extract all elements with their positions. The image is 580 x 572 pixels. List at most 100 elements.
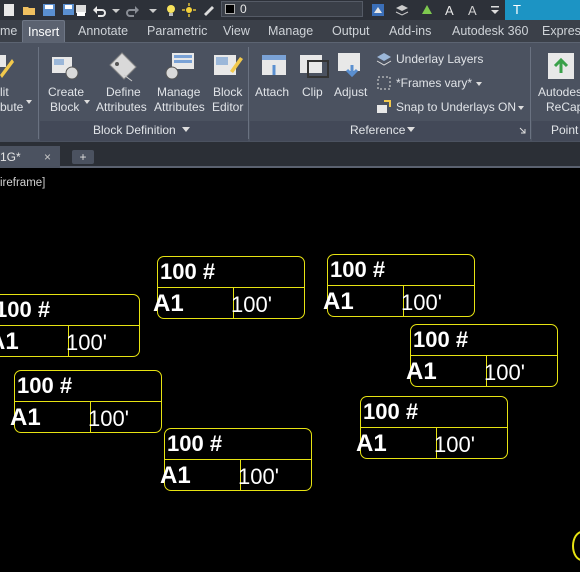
snap-to-underlays-dropdown[interactable]: Snap to Underlays ON xyxy=(396,99,516,115)
document-tab[interactable]: 1G* × xyxy=(0,146,60,168)
tag-length: 100' xyxy=(484,360,525,385)
svg-text:A: A xyxy=(468,3,477,17)
define-attributes-icon[interactable] xyxy=(106,51,138,83)
redo-icon[interactable] xyxy=(126,3,140,17)
close-icon[interactable]: × xyxy=(44,146,51,168)
save-icon[interactable] xyxy=(42,3,56,17)
tab-autodesk-360[interactable]: Autodesk 360 xyxy=(452,20,528,42)
point-cloud-title[interactable]: Point xyxy=(551,123,578,137)
block-tag[interactable]: 100 # A1 100' xyxy=(160,428,312,491)
create-block-label-2[interactable]: Block xyxy=(50,100,79,115)
block-tag[interactable]: 100 # A1 100' xyxy=(323,254,475,317)
layer-dropdown[interactable]: 0 xyxy=(221,1,363,17)
visual-style-control[interactable]: ireframe] xyxy=(0,177,45,189)
block-editor-label-1[interactable]: Block xyxy=(213,85,242,100)
block-editor-label-2[interactable]: Editor xyxy=(212,100,243,115)
underlay-layers-icon[interactable] xyxy=(376,51,392,67)
tag-length: 100' xyxy=(231,292,272,317)
text-style-icon[interactable]: A xyxy=(444,3,458,17)
block-definition-title[interactable]: Block Definition xyxy=(93,123,176,137)
chevron-down-icon[interactable] xyxy=(182,127,190,133)
create-block-label-1[interactable]: Create xyxy=(48,85,84,100)
recap-label-1[interactable]: Autodes xyxy=(538,85,580,100)
layers-stack-icon[interactable] xyxy=(395,3,409,17)
tab-home[interactable]: me xyxy=(0,20,17,42)
sun-icon[interactable] xyxy=(182,3,196,17)
tag-id: A1 xyxy=(153,290,184,317)
adjust-label[interactable]: Adjust xyxy=(334,85,367,100)
lightbulb-icon[interactable] xyxy=(164,3,178,17)
new-tab-button[interactable]: + xyxy=(72,150,94,164)
layer-freeze-icon[interactable] xyxy=(202,3,216,17)
tag-length: 100' xyxy=(88,406,129,431)
recap-label-2[interactable]: ReCap xyxy=(546,100,580,115)
manage-attributes-icon[interactable] xyxy=(164,51,196,81)
block-tag[interactable]: 100 # A1 100' xyxy=(153,256,305,319)
open-folder-icon[interactable] xyxy=(22,3,36,17)
partial-block-outline[interactable] xyxy=(572,531,580,561)
snap-underlays-icon[interactable] xyxy=(376,99,392,115)
clip-label[interactable]: Clip xyxy=(302,85,323,100)
block-tag[interactable]: 100 # A1 100' xyxy=(406,324,558,387)
reference-title[interactable]: Reference xyxy=(350,123,405,137)
adjust-icon[interactable] xyxy=(336,51,368,81)
tab-view[interactable]: View xyxy=(223,20,250,42)
quick-access-toolbar: 0 A A T xyxy=(0,0,580,20)
tab-parametric[interactable]: Parametric xyxy=(147,20,207,42)
plot-icon[interactable] xyxy=(74,3,88,17)
new-file-icon[interactable] xyxy=(2,3,16,17)
define-attributes-label-1[interactable]: Define xyxy=(106,85,141,100)
tab-annotate[interactable]: Annotate xyxy=(78,20,128,42)
create-block-icon[interactable] xyxy=(50,51,80,81)
layer-color-swatch xyxy=(225,4,235,14)
panel-launcher-icon[interactable] xyxy=(519,127,526,134)
edit-attribute-label-1[interactable]: lit xyxy=(0,85,9,100)
tab-add-ins[interactable]: Add-ins xyxy=(389,20,431,42)
tag-id: A1 xyxy=(10,404,41,431)
layer-isolate-icon[interactable] xyxy=(420,3,434,17)
attach-icon[interactable] xyxy=(258,51,290,81)
block-tag[interactable]: 100 # A1 100' xyxy=(10,370,162,433)
frames-vary-dropdown[interactable]: *Frames vary* xyxy=(396,75,472,91)
tag-length: 100' xyxy=(434,432,475,457)
file-tab-bar: 1G* × + xyxy=(0,142,580,168)
tag-length: 100' xyxy=(238,464,279,489)
block-editor-icon[interactable] xyxy=(212,51,244,81)
panel-separator xyxy=(248,47,249,139)
chevron-down-icon[interactable] xyxy=(518,105,524,111)
chevron-down-icon[interactable] xyxy=(26,99,32,105)
undo-dropdown-icon[interactable] xyxy=(109,3,123,17)
tab-manage[interactable]: Manage xyxy=(268,20,313,42)
window-title: T xyxy=(505,0,580,20)
customize-toolbar-icon[interactable] xyxy=(488,3,502,17)
manage-attributes-label-2[interactable]: Attributes xyxy=(154,100,205,115)
redo-dropdown-icon[interactable] xyxy=(146,3,160,17)
chevron-down-icon[interactable] xyxy=(407,127,415,133)
tag-id: A1 xyxy=(323,288,354,315)
ribbon-tab-bar: me Insert Annotate Parametric View Manag… xyxy=(0,20,580,42)
define-attributes-label-2[interactable]: Attributes xyxy=(96,100,147,115)
drawing-canvas[interactable]: ireframe] 100 # A1 100' 100 # A1 100' 10… xyxy=(0,168,580,572)
tag-quantity: 100 # xyxy=(330,257,386,282)
undo-icon[interactable] xyxy=(92,3,106,17)
chevron-down-icon[interactable] xyxy=(476,81,482,87)
underlay-layers-button[interactable]: Underlay Layers xyxy=(396,51,483,67)
clip-icon[interactable] xyxy=(298,51,330,81)
match-properties-icon[interactable] xyxy=(371,3,385,17)
tag-quantity: 100 # xyxy=(167,431,223,456)
manage-attributes-label-1[interactable]: Manage xyxy=(157,85,200,100)
block-tag[interactable]: 100 # A1 100' xyxy=(356,396,508,459)
tab-express[interactable]: Express xyxy=(542,20,580,42)
tag-id: A1 xyxy=(406,358,437,385)
tab-insert[interactable]: Insert xyxy=(22,20,66,42)
tab-output[interactable]: Output xyxy=(332,20,370,42)
recap-icon[interactable] xyxy=(546,51,576,81)
attach-label[interactable]: Attach xyxy=(255,85,289,100)
chevron-down-icon[interactable] xyxy=(84,99,90,105)
edit-attribute-label-2[interactable]: bute xyxy=(0,100,23,115)
edit-attribute-icon[interactable] xyxy=(0,51,14,81)
frames-icon[interactable] xyxy=(376,75,392,91)
tag-quantity: 100 # xyxy=(160,259,216,284)
block-tag[interactable]: 100 # A1 100' xyxy=(0,294,140,357)
annotation-scale-icon[interactable]: A xyxy=(467,3,481,17)
